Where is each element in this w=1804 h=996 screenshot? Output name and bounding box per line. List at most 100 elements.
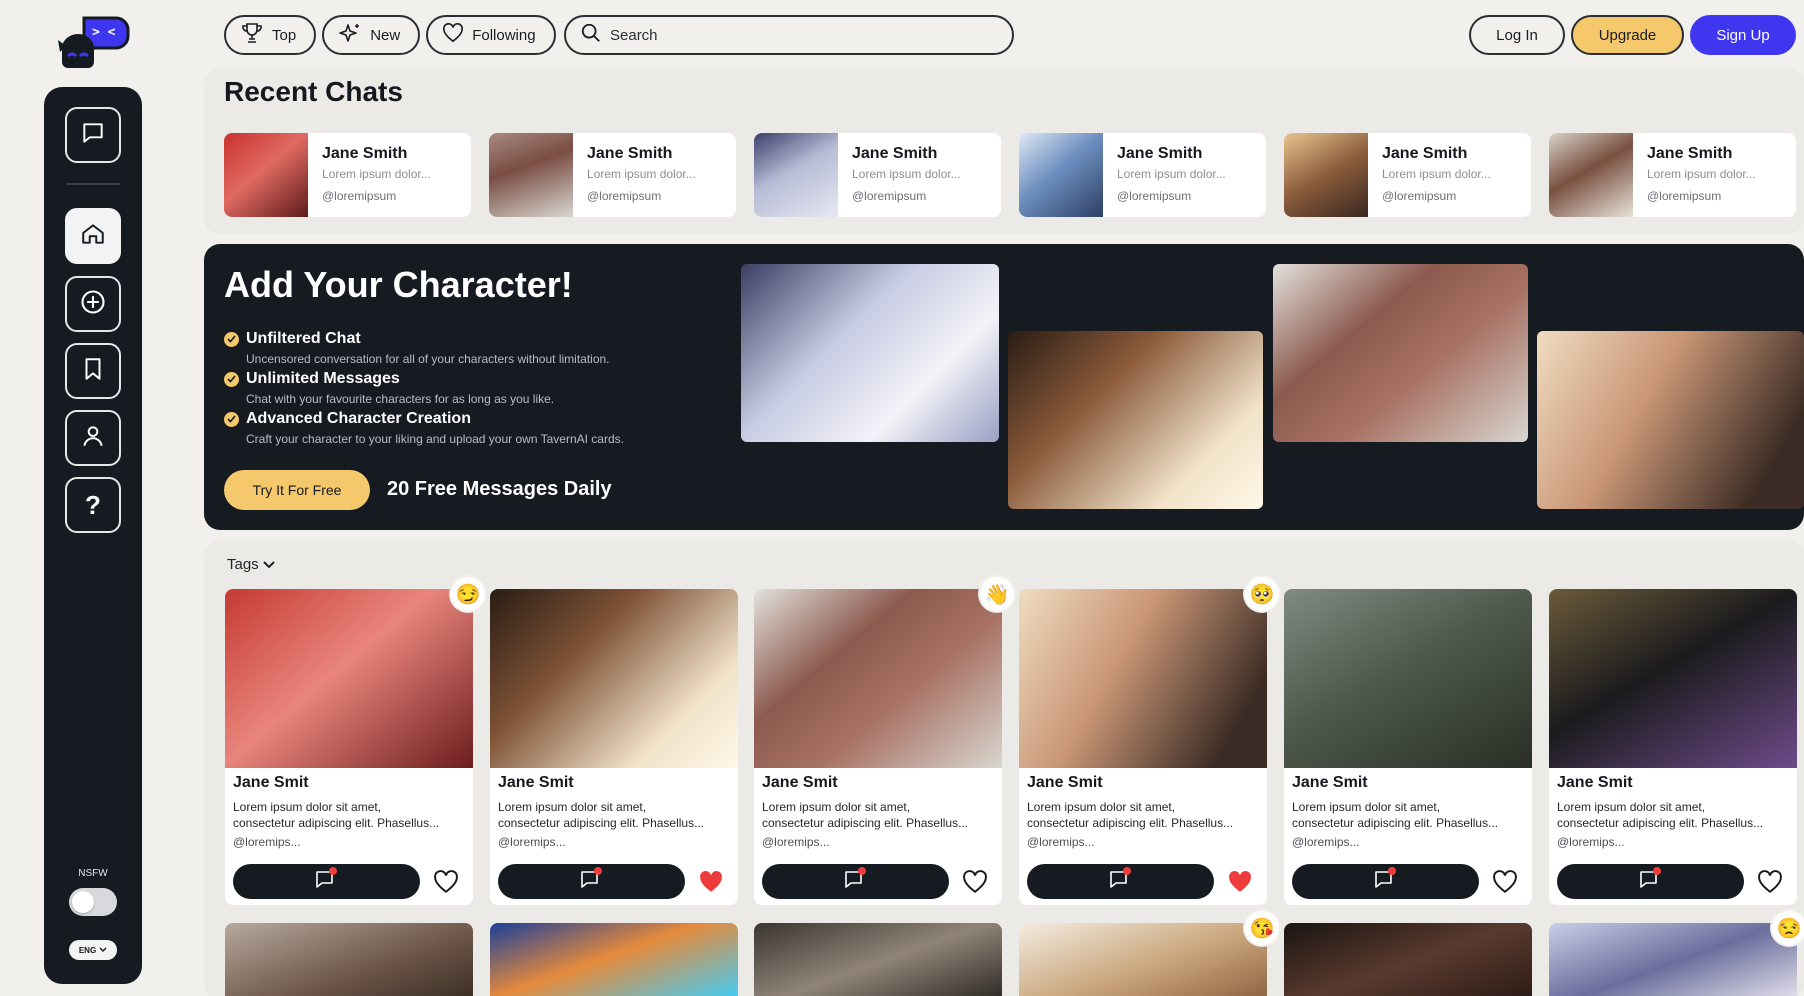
character-card[interactable]: Jane Smit Lorem ipsum dolor sit amet, con… (1284, 589, 1532, 905)
start-chat-button[interactable] (1292, 864, 1479, 899)
banner-character-image (1273, 264, 1528, 442)
feature-unlimited-messages: Unlimited Messages Chat with your favour… (224, 370, 554, 406)
search-placeholder: Search (610, 26, 658, 44)
character-card[interactable] (225, 923, 473, 996)
nsfw-toggle[interactable] (69, 888, 117, 916)
recent-chat-card[interactable]: Jane Smith Lorem ipsum dolor... @loremip… (489, 133, 736, 217)
chevron-down-icon (99, 946, 107, 955)
favorite-heart-icon[interactable] (1492, 869, 1518, 895)
character-name: Jane Smit (498, 774, 574, 791)
character-card[interactable]: Jane Smit Lorem ipsum dolor sit amet, con… (490, 589, 738, 905)
favorite-heart-icon-filled[interactable] (1227, 869, 1253, 895)
recent-chat-snippet: Lorem ipsum dolor... (1117, 167, 1226, 181)
character-image (1019, 589, 1267, 768)
chat-bubble-icon (80, 120, 106, 151)
feature-description: Craft your character to your liking and … (246, 432, 624, 446)
feature-title: Unfiltered Chat (246, 330, 361, 347)
free-messages-text: 20 Free Messages Daily (387, 478, 612, 500)
filter-following-button[interactable]: Following (426, 15, 556, 55)
character-card[interactable]: Jane Smit Lorem ipsum dolor sit amet, con… (1549, 589, 1797, 905)
character-card[interactable]: Jane Smit Lorem ipsum dolor sit amet, con… (754, 589, 1002, 905)
language-select[interactable]: ENG (69, 940, 117, 960)
feature-description: Uncensored conversation for all of your … (246, 352, 610, 366)
sidebar: ? NSFW ENG (44, 87, 142, 984)
favorite-heart-icon-filled[interactable] (698, 869, 724, 895)
character-name: Jane Smit (233, 774, 309, 791)
start-chat-button[interactable] (1027, 864, 1214, 899)
home-nav-button[interactable] (65, 208, 121, 264)
character-name: Jane Smit (1027, 774, 1103, 791)
character-card[interactable]: Jane Smit Lorem ipsum dolor sit amet, con… (1019, 589, 1267, 905)
recent-chat-card[interactable]: Jane Smith Lorem ipsum dolor... @loremip… (1284, 133, 1531, 217)
recent-chat-handle: @loremipsum (1647, 189, 1722, 203)
start-chat-button[interactable] (1557, 864, 1744, 899)
try-free-button[interactable]: Try It For Free (224, 470, 370, 510)
character-card[interactable]: Jane Smit Lorem ipsum dolor sit amet, con… (225, 589, 473, 905)
character-image (754, 589, 1002, 768)
character-avatar (489, 133, 573, 217)
character-card[interactable] (1284, 923, 1532, 996)
home-icon (80, 221, 106, 252)
character-image (225, 589, 473, 768)
upgrade-button[interactable]: Upgrade (1571, 15, 1684, 55)
check-icon (224, 411, 239, 427)
start-chat-button[interactable] (233, 864, 420, 899)
character-card[interactable] (754, 923, 1002, 996)
start-chat-button[interactable] (498, 864, 685, 899)
search-icon (580, 22, 602, 48)
recent-chat-snippet: Lorem ipsum dolor... (1382, 167, 1491, 181)
filter-following-label: Following (472, 26, 536, 44)
login-button[interactable]: Log In (1469, 15, 1565, 55)
recent-chat-name: Jane Smith (587, 145, 673, 162)
banner-character-image (741, 264, 999, 442)
recent-chat-name: Jane Smith (852, 145, 938, 162)
character-image (1284, 589, 1532, 768)
start-chat-button[interactable] (762, 864, 949, 899)
filter-new-label: New (370, 26, 401, 44)
create-nav-button[interactable] (65, 276, 121, 332)
banner-character-image (1537, 331, 1804, 509)
recent-chat-name: Jane Smith (1382, 145, 1468, 162)
chat-notification-icon (843, 867, 869, 896)
chat-notification-icon (1108, 867, 1134, 896)
character-image (1549, 589, 1797, 768)
signup-button[interactable]: Sign Up (1690, 15, 1796, 55)
recent-chat-card[interactable]: Jane Smith Lorem ipsum dolor... @loremip… (224, 133, 471, 217)
recent-chat-card[interactable]: Jane Smith Lorem ipsum dolor... @loremip… (1549, 133, 1796, 217)
tags-dropdown[interactable]: Tags (227, 556, 275, 573)
filter-top-button[interactable]: Top (224, 15, 317, 55)
search-input[interactable]: Search (564, 15, 1014, 55)
chats-nav-button[interactable] (65, 107, 121, 163)
character-card[interactable] (1549, 923, 1797, 996)
character-description: Lorem ipsum dolor sit amet, consectetur a… (762, 800, 969, 830)
feature-title: Advanced Character Creation (246, 410, 471, 427)
character-handle: @loremips... (762, 835, 830, 849)
character-card[interactable] (490, 923, 738, 996)
sparkle-icon (338, 22, 362, 48)
recent-chat-card[interactable]: Jane Smith Lorem ipsum dolor... @loremip… (1019, 133, 1266, 217)
character-avatar (224, 133, 308, 217)
tags-label: Tags (227, 556, 259, 573)
character-handle: @loremips... (498, 835, 566, 849)
favorite-heart-icon[interactable] (1757, 869, 1783, 895)
character-avatar (1019, 133, 1103, 217)
mood-emoji-badge: 😏 (451, 577, 485, 611)
help-nav-button[interactable]: ? (65, 477, 121, 533)
character-handle: @loremips... (233, 835, 301, 849)
user-icon (80, 423, 106, 454)
character-description: Lorem ipsum dolor sit amet, consectetur a… (1027, 800, 1234, 830)
favorite-heart-icon[interactable] (962, 869, 988, 895)
recent-chat-handle: @loremipsum (587, 189, 662, 203)
toggle-knob (72, 891, 94, 913)
heart-icon (442, 23, 464, 47)
filter-new-button[interactable]: New (322, 15, 421, 55)
profile-nav-button[interactable] (65, 410, 121, 466)
bookmarks-nav-button[interactable] (65, 343, 121, 399)
favorite-heart-icon[interactable] (433, 869, 459, 895)
recent-chat-handle: @loremipsum (852, 189, 927, 203)
chat-notification-icon (1638, 867, 1664, 896)
recent-chat-card[interactable]: Jane Smith Lorem ipsum dolor... @loremip… (754, 133, 1001, 217)
character-card[interactable] (1019, 923, 1267, 996)
character-description: Lorem ipsum dolor sit amet, consectetur a… (1557, 800, 1764, 830)
app-logo[interactable]: > < (54, 12, 130, 74)
